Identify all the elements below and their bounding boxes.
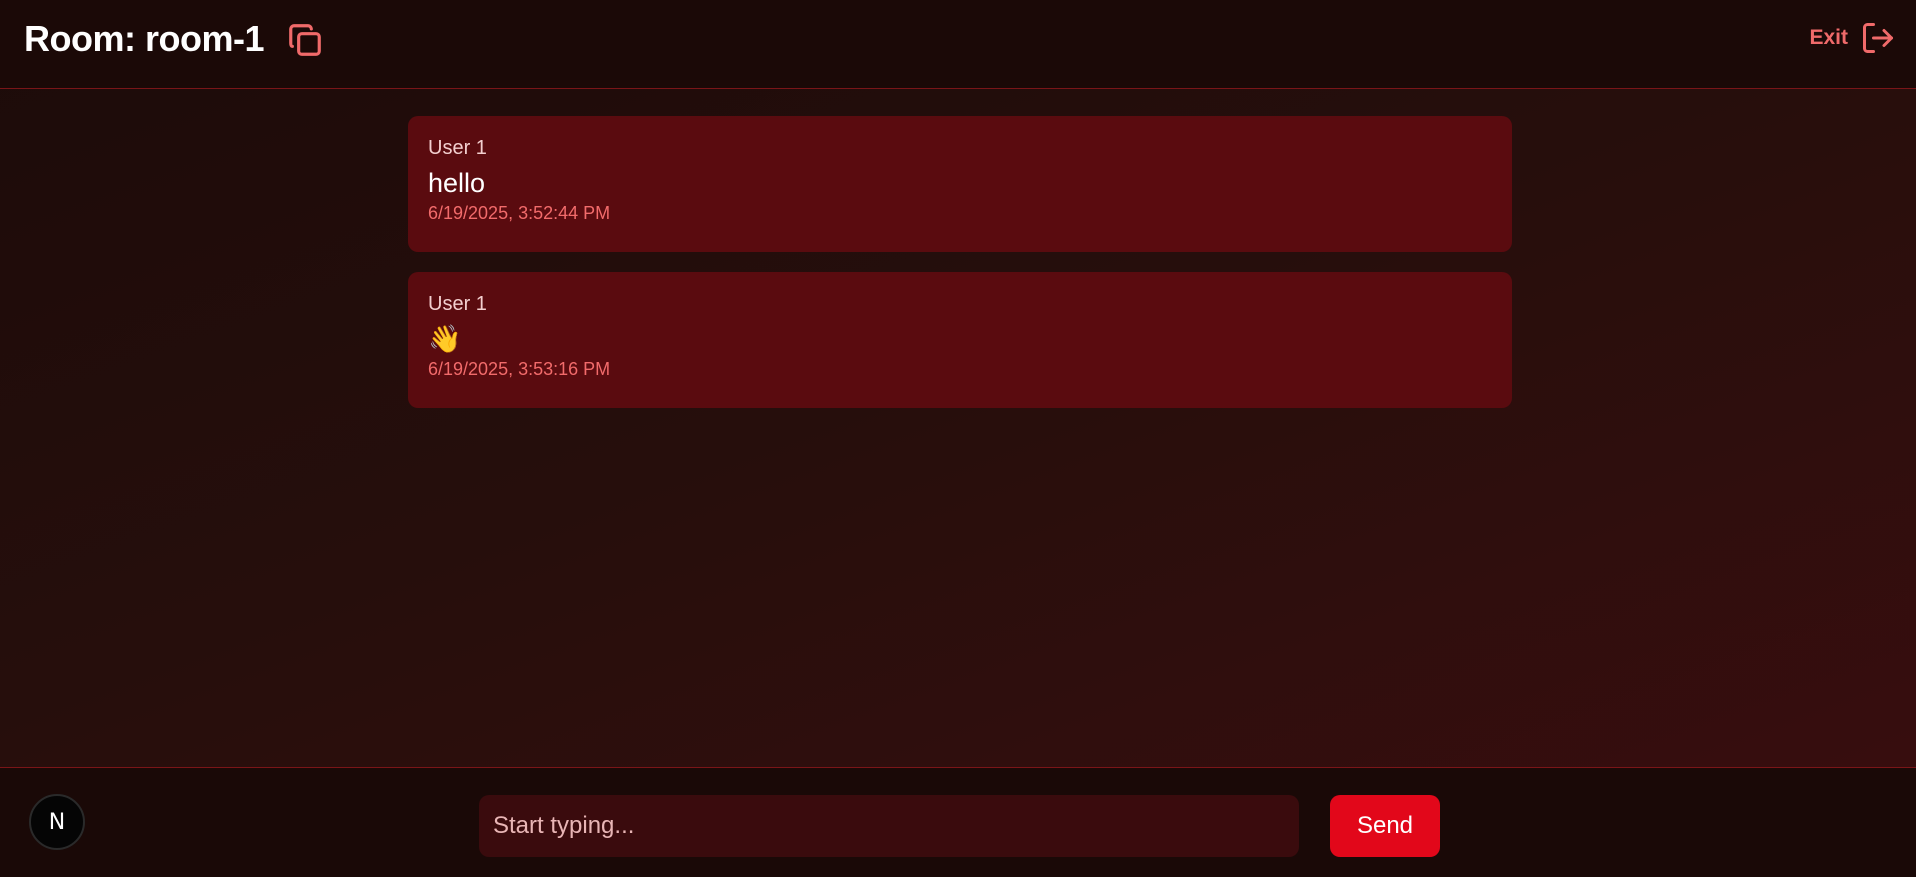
header: Room: room-1 Exit bbox=[0, 0, 1916, 89]
message-text: 👋 bbox=[428, 324, 462, 354]
message-text: hello bbox=[428, 168, 486, 198]
message-input[interactable] bbox=[479, 795, 1299, 857]
exit-button[interactable]: Exit bbox=[1809, 20, 1896, 56]
copy-room-button[interactable] bbox=[286, 21, 324, 59]
exit-label: Exit bbox=[1809, 26, 1848, 49]
composer-bar: N Send bbox=[0, 767, 1916, 877]
send-button[interactable]: Send bbox=[1330, 795, 1440, 857]
message-list: User 1 hello 6/19/2025, 3:52:44 PM User … bbox=[408, 116, 1512, 428]
exit-icon bbox=[1863, 23, 1893, 53]
room-title: Room: room-1 bbox=[24, 18, 265, 59]
message-timestamp: 6/19/2025, 3:52:44 PM bbox=[428, 203, 611, 223]
message-user: User 1 bbox=[428, 137, 487, 159]
avatar[interactable]: N bbox=[29, 794, 85, 850]
message-item: User 1 hello 6/19/2025, 3:52:44 PM bbox=[408, 116, 1512, 252]
message-user: User 1 bbox=[428, 293, 487, 315]
copy-icon bbox=[289, 24, 321, 56]
message-timestamp: 6/19/2025, 3:53:16 PM bbox=[428, 359, 611, 379]
message-item: User 1 👋 6/19/2025, 3:53:16 PM bbox=[408, 272, 1512, 408]
